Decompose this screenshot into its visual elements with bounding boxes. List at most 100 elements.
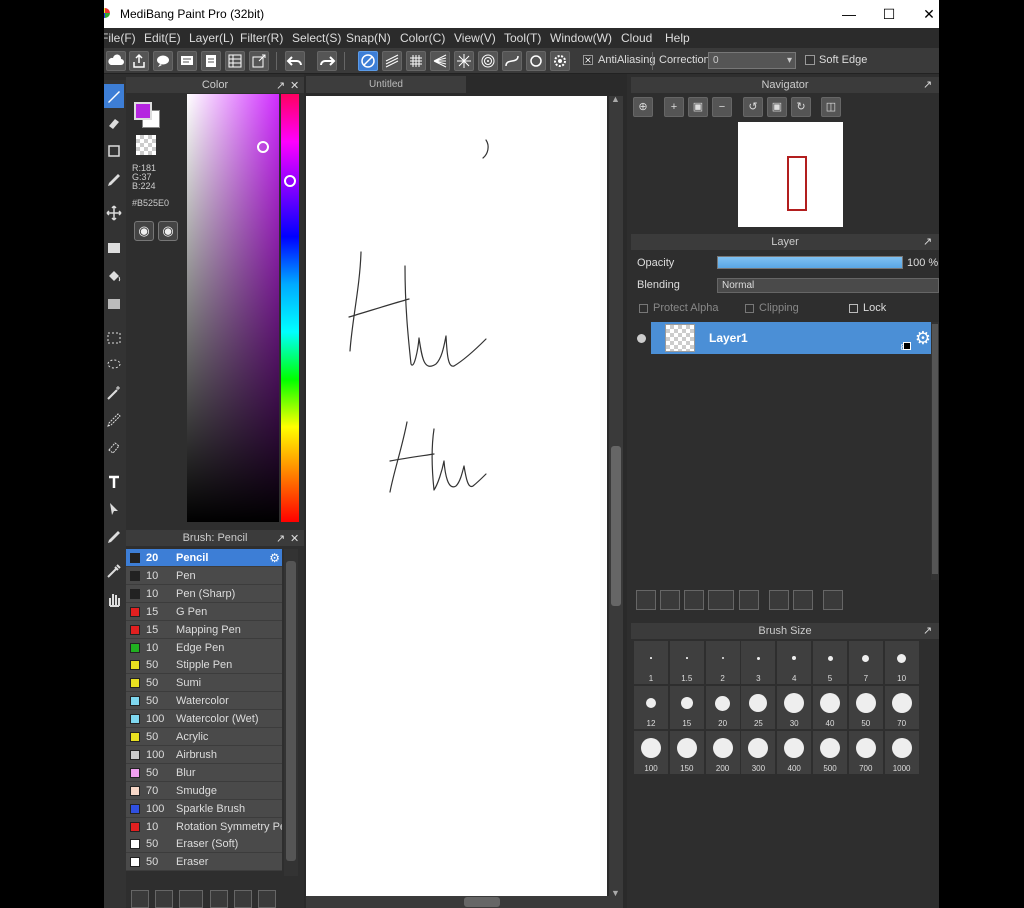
brush-size-option[interactable]: 5 xyxy=(813,641,847,684)
folder-icon[interactable] xyxy=(739,590,759,610)
transparent-color-swatch[interactable] xyxy=(136,135,156,155)
brush-list-scrollbar[interactable] xyxy=(284,549,298,876)
brush-item[interactable]: 50 Stipple Pen xyxy=(126,656,282,675)
brush-size-option[interactable]: 30 xyxy=(777,686,812,729)
radial-snap-icon[interactable] xyxy=(454,51,474,71)
scrollbar-thumb[interactable] xyxy=(932,324,938,574)
menu-select[interactable]: Select(S) xyxy=(292,31,341,45)
divide-tool-icon[interactable] xyxy=(104,525,124,549)
grid-snap-icon[interactable] xyxy=(406,51,426,71)
snap-settings-gear-icon[interactable] xyxy=(550,51,570,71)
cloud-icon[interactable] xyxy=(106,51,126,71)
text-tool-icon[interactable] xyxy=(104,470,124,494)
brush-item[interactable]: 100 Watercolor (Wet) xyxy=(126,710,282,729)
curve-snap-icon[interactable] xyxy=(502,51,522,71)
brush-size-option[interactable]: 1.5 xyxy=(669,641,704,684)
select-tool-icon[interactable] xyxy=(104,326,124,350)
undock-icon[interactable]: ↗ xyxy=(923,624,932,637)
brush-item[interactable]: 100 Airbrush xyxy=(126,745,282,764)
import-layer-icon[interactable] xyxy=(684,590,704,610)
scrollbar-thumb[interactable] xyxy=(464,897,500,907)
add-brush-menu-icon[interactable] xyxy=(179,890,203,908)
duplicate-brush-icon[interactable] xyxy=(258,890,276,908)
flip-horizontal-icon[interactable]: ◫ xyxy=(821,97,841,117)
zoom-in-icon[interactable]: + xyxy=(664,97,684,117)
rotate-right-icon[interactable]: ↻ xyxy=(791,97,811,117)
reset-rotation-icon[interactable]: ▣ xyxy=(767,97,787,117)
layer-list-scrollbar[interactable] xyxy=(931,322,939,580)
rotate-left-icon[interactable]: ↺ xyxy=(743,97,763,117)
undock-icon[interactable]: ↗ xyxy=(923,78,932,91)
brush-size-option[interactable]: 3 xyxy=(741,641,776,684)
menu-help[interactable]: Help xyxy=(665,31,690,45)
undo-icon[interactable] xyxy=(285,51,305,71)
menu-snap[interactable]: Snap(N) xyxy=(346,31,391,45)
menu-layer[interactable]: Layer(L) xyxy=(189,31,234,45)
brush-size-option[interactable]: 4 xyxy=(777,641,812,684)
brush-item[interactable]: 10 Pen xyxy=(126,566,282,585)
redo-icon[interactable] xyxy=(317,51,337,71)
brush-item[interactable]: 10 Rotation Symmetry Pe xyxy=(126,817,282,836)
navigator-viewport-rect[interactable] xyxy=(787,156,807,211)
share-icon[interactable] xyxy=(129,51,149,71)
brush-item[interactable]: 10 Pen (Sharp) xyxy=(126,584,282,603)
circle-snap-icon[interactable] xyxy=(526,51,546,71)
lasso-tool-icon[interactable] xyxy=(104,353,124,377)
duplicate-layer-icon[interactable] xyxy=(769,590,789,610)
maximize-button[interactable]: ☐ xyxy=(871,4,907,24)
concentric-snap-icon[interactable] xyxy=(478,51,498,71)
lock-checkbox[interactable] xyxy=(849,304,858,313)
close-button[interactable]: ✕ xyxy=(911,4,939,24)
new-brush-icon[interactable] xyxy=(155,890,173,908)
layer-row[interactable]: Layer1 8 ⚙ xyxy=(651,322,933,354)
brush-size-option[interactable]: 25 xyxy=(741,686,776,729)
brush-item[interactable]: 10 Edge Pen xyxy=(126,638,282,657)
zoom-icon[interactable]: ⊕ xyxy=(633,97,653,117)
blending-select[interactable]: Normal xyxy=(717,278,939,293)
brush-size-option[interactable]: 70 xyxy=(884,686,919,729)
menu-file[interactable]: File(F) xyxy=(104,31,136,45)
bucket-tool-icon[interactable] xyxy=(104,264,124,288)
operation-tool-icon[interactable] xyxy=(104,497,124,521)
undock-icon[interactable]: ↗ xyxy=(923,235,932,248)
menu-color[interactable]: Color(C) xyxy=(400,31,445,45)
undock-icon[interactable]: ↗ xyxy=(276,532,285,545)
add-layer-menu-icon[interactable] xyxy=(708,590,734,610)
brush-size-option[interactable]: 1000 xyxy=(884,731,919,774)
protect-alpha-checkbox[interactable] xyxy=(639,304,648,313)
scroll-up-icon[interactable]: ▲ xyxy=(611,94,620,104)
opacity-slider[interactable] xyxy=(717,256,903,269)
eraser-tool-icon[interactable] xyxy=(104,111,124,135)
perspective-snap-icon[interactable] xyxy=(430,51,450,71)
brush-size-option[interactable]: 50 xyxy=(848,686,883,729)
brush-item[interactable]: 50 Watercolor xyxy=(126,692,282,711)
brush-script-icon[interactable] xyxy=(210,890,228,908)
parallel-snap-icon[interactable] xyxy=(382,51,402,71)
scrollbar-thumb[interactable] xyxy=(611,446,621,606)
scrollbar-thumb[interactable] xyxy=(286,561,296,861)
brush-item[interactable]: 50 Acrylic xyxy=(126,728,282,746)
brush-size-option[interactable]: 15 xyxy=(669,686,704,729)
menu-cloud[interactable]: Cloud xyxy=(621,31,652,45)
hue-slider-handle[interactable] xyxy=(284,175,296,187)
menu-filter[interactable]: Filter(R) xyxy=(240,31,283,45)
navigator-preview[interactable] xyxy=(738,122,843,227)
brush-item[interactable]: 15 G Pen xyxy=(126,602,282,621)
brush-item[interactable]: 15 Mapping Pen xyxy=(126,620,282,639)
brush-size-option[interactable]: 150 xyxy=(669,731,704,774)
move-tool-icon[interactable] xyxy=(104,201,124,225)
layer-settings-gear-icon[interactable]: ⚙ xyxy=(915,328,931,349)
brush-item[interactable]: 50 Eraser xyxy=(126,853,282,872)
saturation-value-picker[interactable] xyxy=(187,94,279,522)
brush-tool-icon[interactable] xyxy=(104,84,124,108)
new-layer-icon[interactable] xyxy=(636,590,656,610)
shape-tool-icon[interactable] xyxy=(104,139,124,163)
menu-view[interactable]: View(V) xyxy=(454,31,496,45)
folder-icon[interactable] xyxy=(234,890,252,908)
brush-size-option[interactable]: 2 xyxy=(705,641,740,684)
palette-settings-icon[interactable]: ◉ xyxy=(158,221,178,241)
brush-item[interactable]: 20 Pencil ⚙ xyxy=(126,549,282,567)
add-cloud-brush-icon[interactable] xyxy=(131,890,149,908)
brush-size-option[interactable]: 20 xyxy=(705,686,740,729)
brush-item[interactable]: 100 Sparkle Brush xyxy=(126,799,282,818)
